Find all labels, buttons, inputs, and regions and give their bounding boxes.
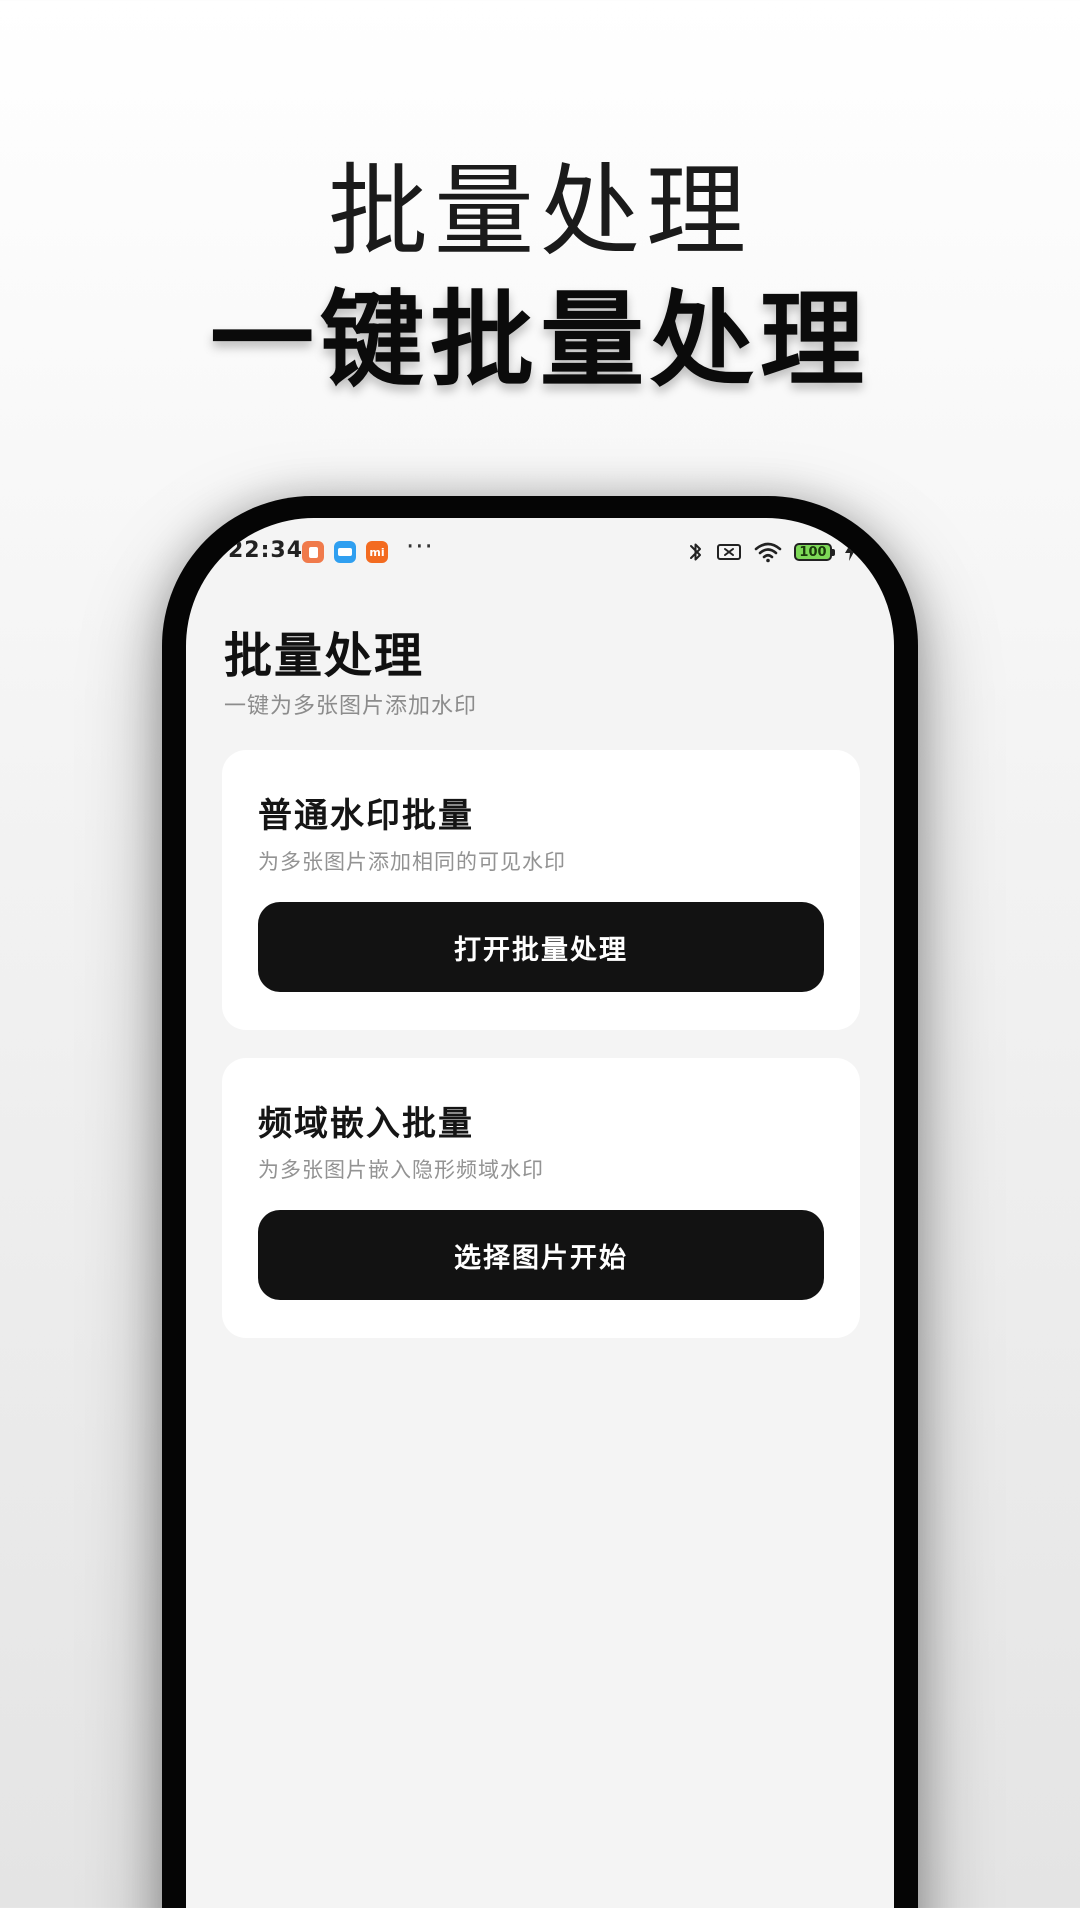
charging-icon [845,543,855,561]
status-time: 22:34 [228,538,304,563]
mi-icon: mi [366,541,388,563]
card-frequency-embed-batch: 频域嵌入批量 为多张图片嵌入隐形频域水印 选择图片开始 [222,1058,860,1338]
no-sim-icon [717,544,741,560]
card-description: 为多张图片添加相同的可见水印 [258,850,566,874]
battery-icon: 100 [794,543,835,561]
promo-headline: 一键批量处理 [209,279,870,401]
card-title: 普通水印批量 [258,796,474,836]
phone-screen: 22:34 mi ··· 100 批量处理 一键为多张图片添加水印 普通水印批量… [186,518,894,1908]
open-batch-button[interactable]: 打开批量处理 [258,902,824,992]
wifi-icon [754,542,782,563]
bluetooth-icon [690,543,701,561]
page-title: 批量处理 [224,628,425,684]
status-bar: 22:34 mi ··· 100 [186,518,894,588]
status-right-icons: 100 [688,538,856,566]
card-normal-watermark-batch: 普通水印批量 为多张图片添加相同的可见水印 打开批量处理 [222,750,860,1030]
phone-frame: 22:34 mi ··· 100 批量处理 一键为多张图片添加水印 普通水印批量… [162,496,918,1908]
promo-title: 批量处理 [328,153,752,270]
select-images-button[interactable]: 选择图片开始 [258,1210,824,1300]
more-notifications-icon: ··· [406,532,434,562]
message-icon [334,541,356,563]
page-subtitle: 一键为多张图片添加水印 [224,694,478,719]
app-notification-icon [302,541,324,563]
card-description: 为多张图片嵌入隐形频域水印 [258,1158,544,1182]
card-title: 频域嵌入批量 [258,1104,474,1144]
